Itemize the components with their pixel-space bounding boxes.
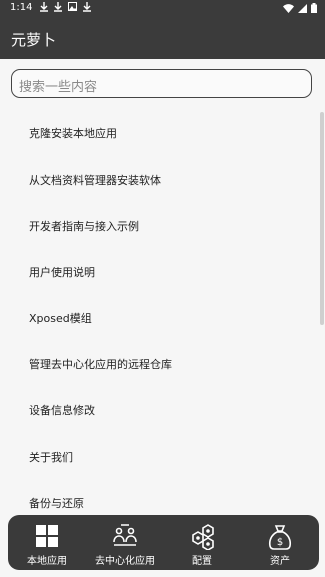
status-time: 1:14 bbox=[10, 2, 33, 13]
money-bag-icon: $ bbox=[268, 525, 292, 550]
app-bar: 元萝卜 bbox=[0, 17, 325, 59]
menu-item-device-info[interactable]: 设备信息修改 bbox=[29, 402, 95, 418]
menu-item-about-us[interactable]: 关于我们 bbox=[29, 449, 73, 465]
nav-label: 配置 bbox=[192, 556, 212, 567]
nav-decentralized-apps[interactable]: 去中心化应用 bbox=[86, 515, 164, 570]
search-placeholder: 搜索一些内容 bbox=[19, 80, 98, 95]
menu-item-remote-repositories[interactable]: 管理去中心化应用的远程仓库 bbox=[29, 356, 172, 372]
menu-item-user-manual[interactable]: 用户使用说明 bbox=[29, 264, 95, 280]
menu-item-backup-restore[interactable]: 备份与还原 bbox=[29, 495, 84, 511]
scrollbar[interactable] bbox=[320, 112, 324, 325]
search-input[interactable]: 搜索一些内容 bbox=[11, 69, 312, 98]
nav-label: 本地应用 bbox=[27, 556, 67, 567]
app-title: 元萝卜 bbox=[11, 31, 57, 49]
nav-assets[interactable]: $ 资产 bbox=[241, 515, 319, 570]
nav-config[interactable]: 配置 bbox=[163, 515, 241, 570]
grid-icon bbox=[36, 525, 58, 547]
decentralized-apps-icon bbox=[113, 524, 137, 546]
menu-item-clone-install[interactable]: 克隆安装本地应用 bbox=[29, 125, 117, 141]
nav-label: 资产 bbox=[270, 556, 290, 567]
wifi-icon bbox=[283, 3, 294, 13]
menu-list[interactable]: 克隆安装本地应用 从文档资料管理器安装软体 开发者指南与接入示例 用户使用说明 … bbox=[0, 110, 320, 514]
hexagon-settings-icon bbox=[192, 524, 214, 550]
notification-icons bbox=[40, 2, 91, 12]
download-icon bbox=[83, 2, 91, 12]
svg-text:$: $ bbox=[277, 537, 283, 548]
system-icons bbox=[283, 3, 317, 13]
nav-label: 去中心化应用 bbox=[95, 556, 155, 567]
battery-icon bbox=[311, 3, 317, 13]
nav-local-apps[interactable]: 本地应用 bbox=[8, 515, 86, 570]
download-icon bbox=[40, 2, 48, 12]
menu-item-xposed-modules[interactable]: Xposed模组 bbox=[29, 310, 92, 326]
menu-item-developer-guide[interactable]: 开发者指南与接入示例 bbox=[29, 218, 139, 234]
bottom-nav: 本地应用 去中心化应用 配置 $ 资产 bbox=[8, 515, 319, 570]
image-icon bbox=[68, 2, 77, 11]
download-icon bbox=[54, 2, 62, 12]
status-bar: 1:14 bbox=[0, 0, 325, 17]
signal-icon bbox=[298, 3, 307, 13]
menu-item-install-from-file-manager[interactable]: 从文档资料管理器安装软体 bbox=[29, 172, 161, 188]
